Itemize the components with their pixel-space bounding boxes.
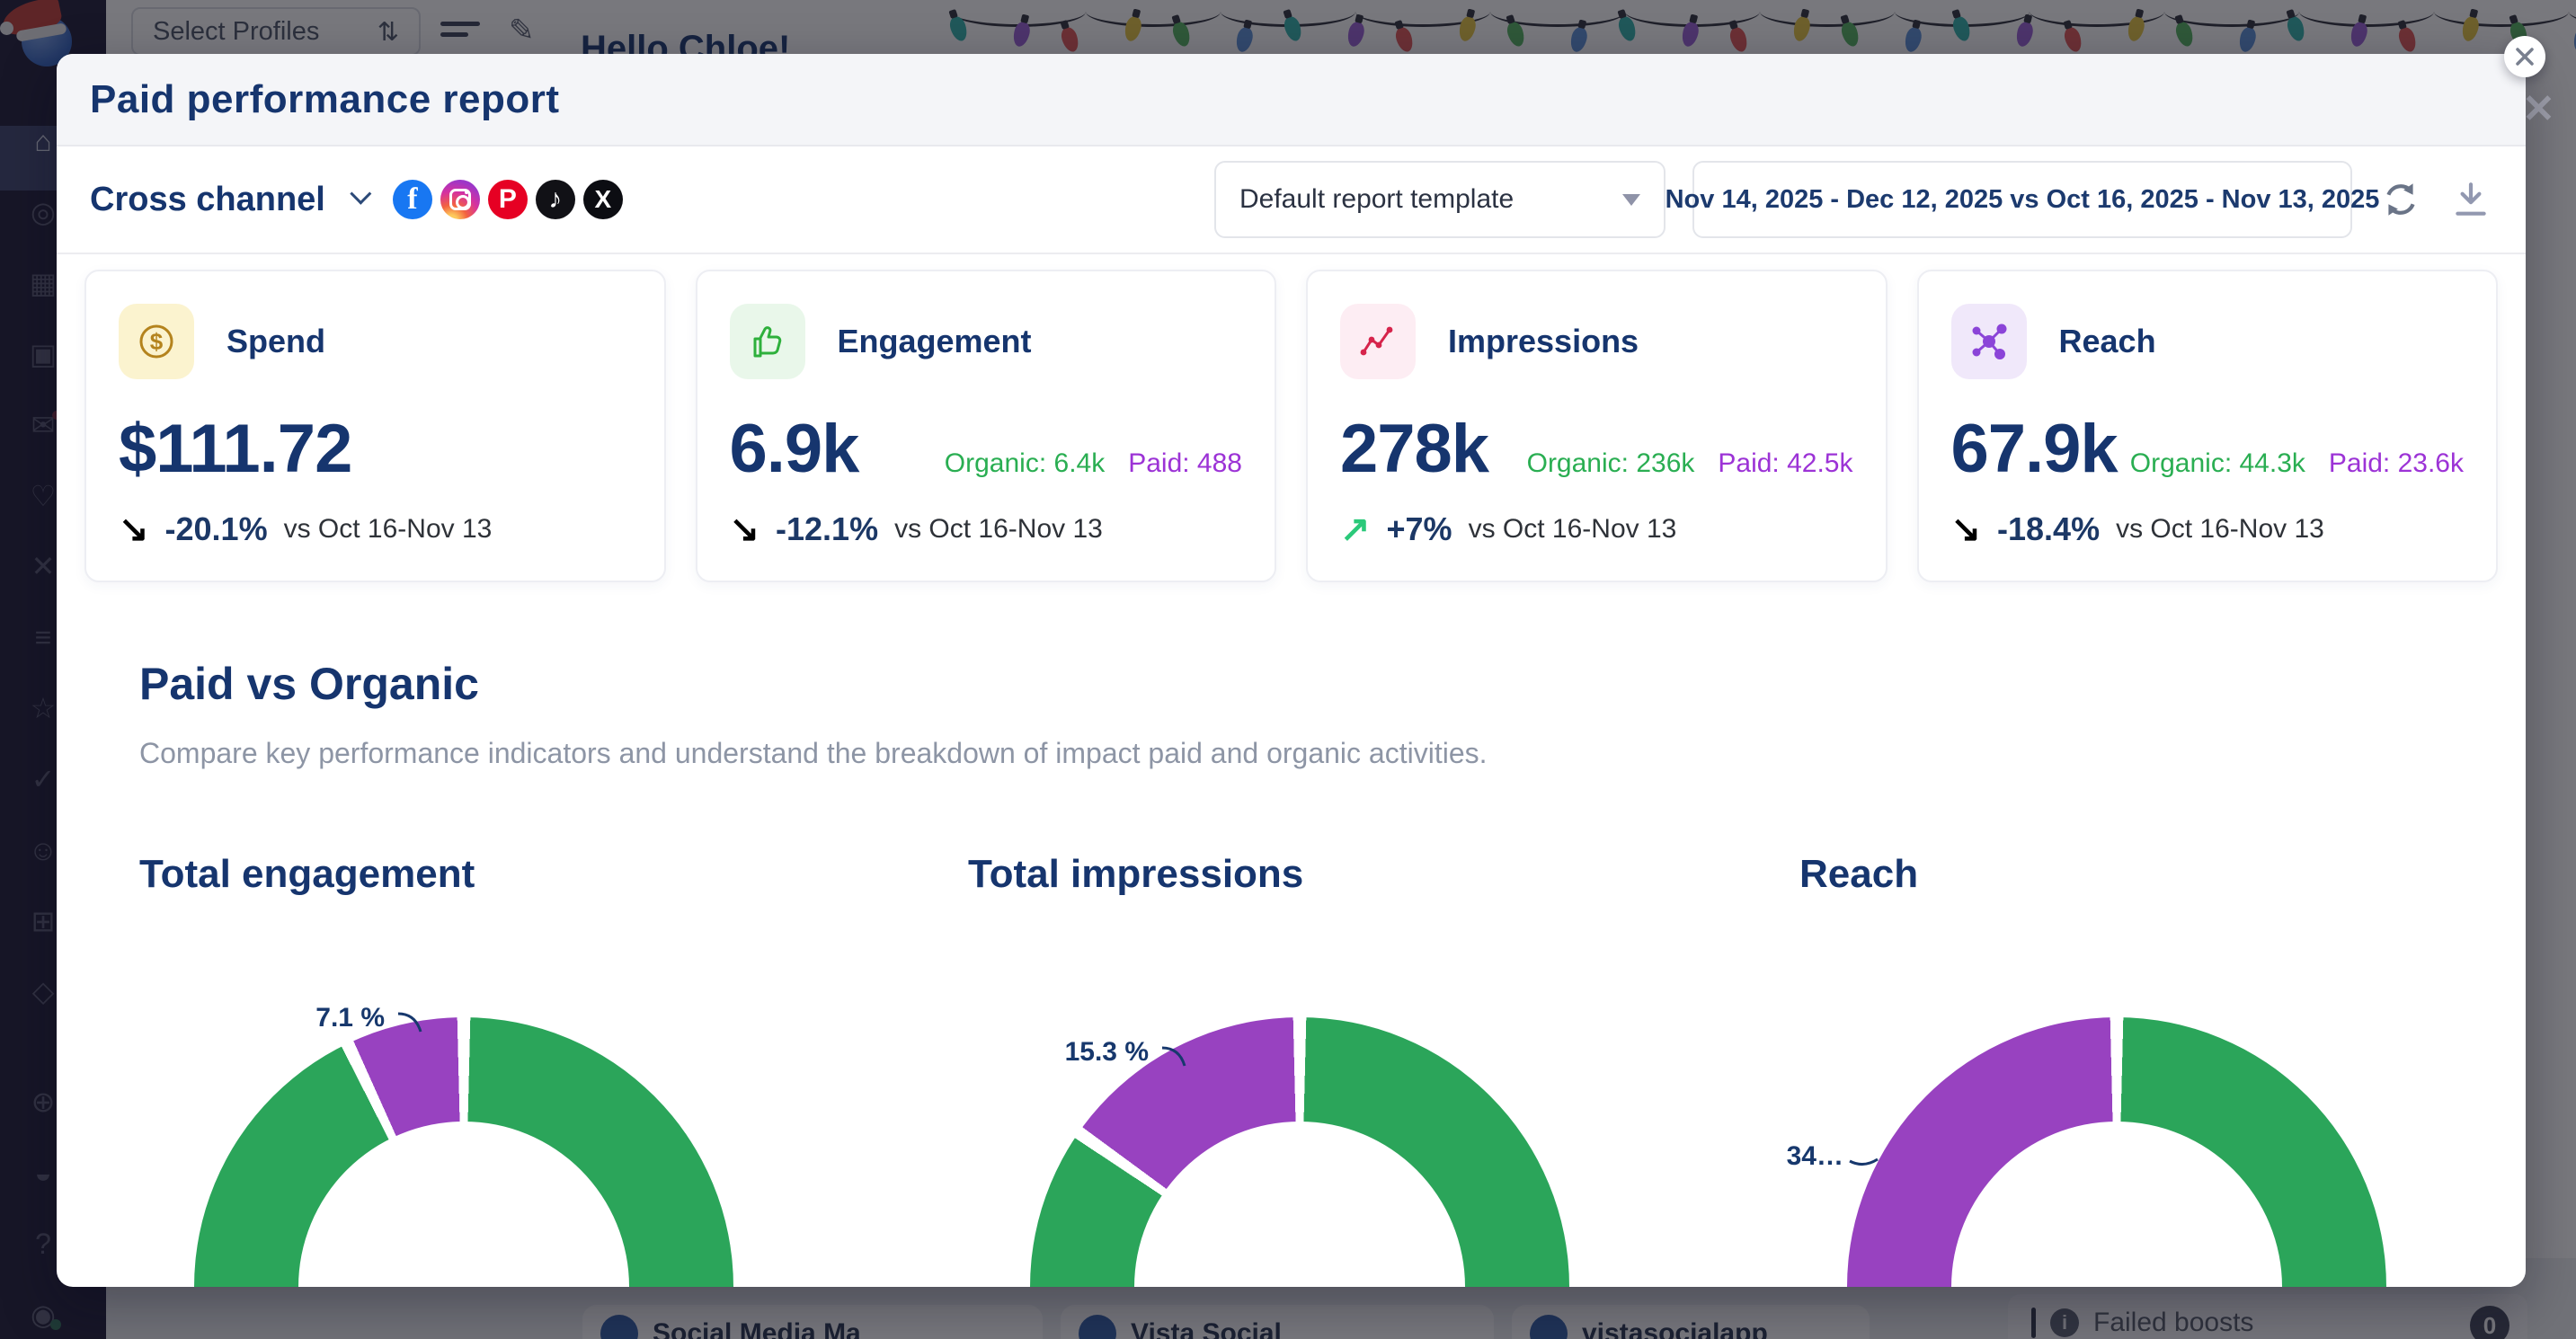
refresh-button[interactable] (2379, 178, 2422, 221)
section-title: Paid vs Organic (139, 658, 479, 710)
chart-title-total-engagement: Total engagement (139, 852, 475, 897)
kpi-compare-period: vs Oct 16-Nov 13 (2116, 514, 2324, 545)
pinterest-icon[interactable]: P (488, 180, 528, 219)
kpi-change: -12.1% (776, 510, 878, 548)
modal-close-button[interactable] (2504, 36, 2545, 77)
kpi-paid-value: Paid: 488 (1128, 448, 1242, 479)
kpi-card-reach: Reach 67.9k Organic: 44.3k Paid: 23.6k ↘… (1917, 270, 2499, 582)
trend-down-arrow-icon: ↘ (730, 511, 760, 547)
kpi-label: Spend (227, 323, 325, 360)
paid-vs-organic-charts: Total engagement Total impressions Reach… (57, 852, 2526, 1287)
download-icon (2450, 179, 2492, 220)
kpi-label: Engagement (838, 323, 1032, 360)
download-button[interactable] (2449, 178, 2492, 221)
kpi-card-engagement: Engagement 6.9k Organic: 6.4k Paid: 488 … (696, 270, 1277, 582)
kpi-card-impressions: Impressions 278k Organic: 236k Paid: 42.… (1306, 270, 1888, 582)
kpi-label: Reach (2059, 323, 2156, 360)
dollar-coin-icon: $ (119, 304, 194, 379)
x-twitter-icon[interactable]: X (583, 180, 623, 219)
paid-percent-label: 34… (1787, 1141, 1843, 1172)
chevron-down-icon[interactable] (350, 182, 371, 204)
kpi-value: 278k (1340, 410, 1488, 488)
kpi-value: $111.72 (119, 410, 351, 488)
report-controls-row: Cross channel f P ♪ X Default report tem… (57, 146, 2526, 254)
kpi-label: Impressions (1448, 323, 1639, 360)
kpi-cards-row: $ Spend $111.72 ↘ -20.1% vs Oct 16-Nov 1… (84, 270, 2498, 582)
modal-header: Paid performance report (57, 54, 2526, 146)
network-icon (1951, 304, 2027, 379)
date-range-button[interactable]: Nov 14, 2025 - Dec 12, 2025 vs Oct 16, 2… (1692, 161, 2352, 238)
date-range-value: Nov 14, 2025 - Dec 12, 2025 vs Oct 16, 2… (1666, 185, 2380, 215)
trend-down-arrow-icon: ↘ (119, 511, 149, 547)
app-root: Select Profiles ⇅ ✎ Hello Chloe! ⌂◎▦▣✉♡✕… (0, 0, 2576, 1339)
refresh-icon (2380, 179, 2421, 220)
kpi-value: 6.9k (730, 410, 859, 488)
donut-chart-total-impressions: 15.3 % (1030, 1017, 1569, 1287)
label-leader-line (1847, 1148, 1883, 1172)
thumbs-up-icon (730, 304, 805, 379)
kpi-change: -18.4% (1997, 510, 2100, 548)
kpi-organic-value: Organic: 44.3k (2130, 448, 2305, 479)
kpi-change: -20.1% (165, 510, 268, 548)
caret-down-icon (1622, 194, 1640, 206)
paid-performance-report-modal: Paid performance report Cross channel f … (57, 54, 2526, 1287)
kpi-change: +7% (1387, 510, 1452, 548)
svg-text:$: $ (150, 328, 164, 355)
kpi-organic-value: Organic: 236k (1527, 448, 1695, 479)
donut-chart-total-engagement: 7.1 % (194, 1017, 733, 1287)
report-template-select[interactable]: Default report template (1214, 161, 1666, 238)
donut-chart-reach: 34… (1847, 1017, 2386, 1287)
channel-network-icons: f P ♪ X (393, 180, 623, 219)
paid-percent-label: 15.3 % (1065, 1037, 1149, 1068)
facebook-icon[interactable]: f (393, 180, 432, 219)
close-icon (2515, 47, 2535, 67)
kpi-compare-period: vs Oct 16-Nov 13 (894, 514, 1103, 545)
label-leader-line (395, 1010, 430, 1037)
trend-up-arrow-icon: ↗ (1340, 511, 1371, 547)
kpi-card-spend: $ Spend $111.72 ↘ -20.1% vs Oct 16-Nov 1… (84, 270, 666, 582)
chart-title-total-impressions: Total impressions (968, 852, 1303, 897)
trend-down-arrow-icon: ↘ (1951, 511, 1982, 547)
channel-selector-label[interactable]: Cross channel (90, 181, 325, 219)
chart-title-reach: Reach (1799, 852, 1918, 897)
label-leader-line (1159, 1044, 1194, 1071)
paid-percent-label: 7.1 % (315, 1003, 385, 1033)
background-close-icon: ✕ (2522, 86, 2555, 132)
section-subtitle: Compare key performance indicators and u… (139, 737, 1488, 770)
report-template-value: Default report template (1239, 184, 1514, 215)
kpi-organic-value: Organic: 6.4k (945, 448, 1105, 479)
kpi-compare-period: vs Oct 16-Nov 13 (1469, 514, 1677, 545)
pulse-line-icon (1340, 304, 1416, 379)
kpi-compare-period: vs Oct 16-Nov 13 (284, 514, 493, 545)
tiktok-icon[interactable]: ♪ (536, 180, 575, 219)
kpi-paid-value: Paid: 42.5k (1718, 448, 1852, 479)
kpi-paid-value: Paid: 23.6k (2329, 448, 2464, 479)
modal-title: Paid performance report (90, 77, 560, 122)
instagram-icon[interactable] (440, 180, 480, 219)
kpi-value: 67.9k (1951, 410, 2118, 488)
